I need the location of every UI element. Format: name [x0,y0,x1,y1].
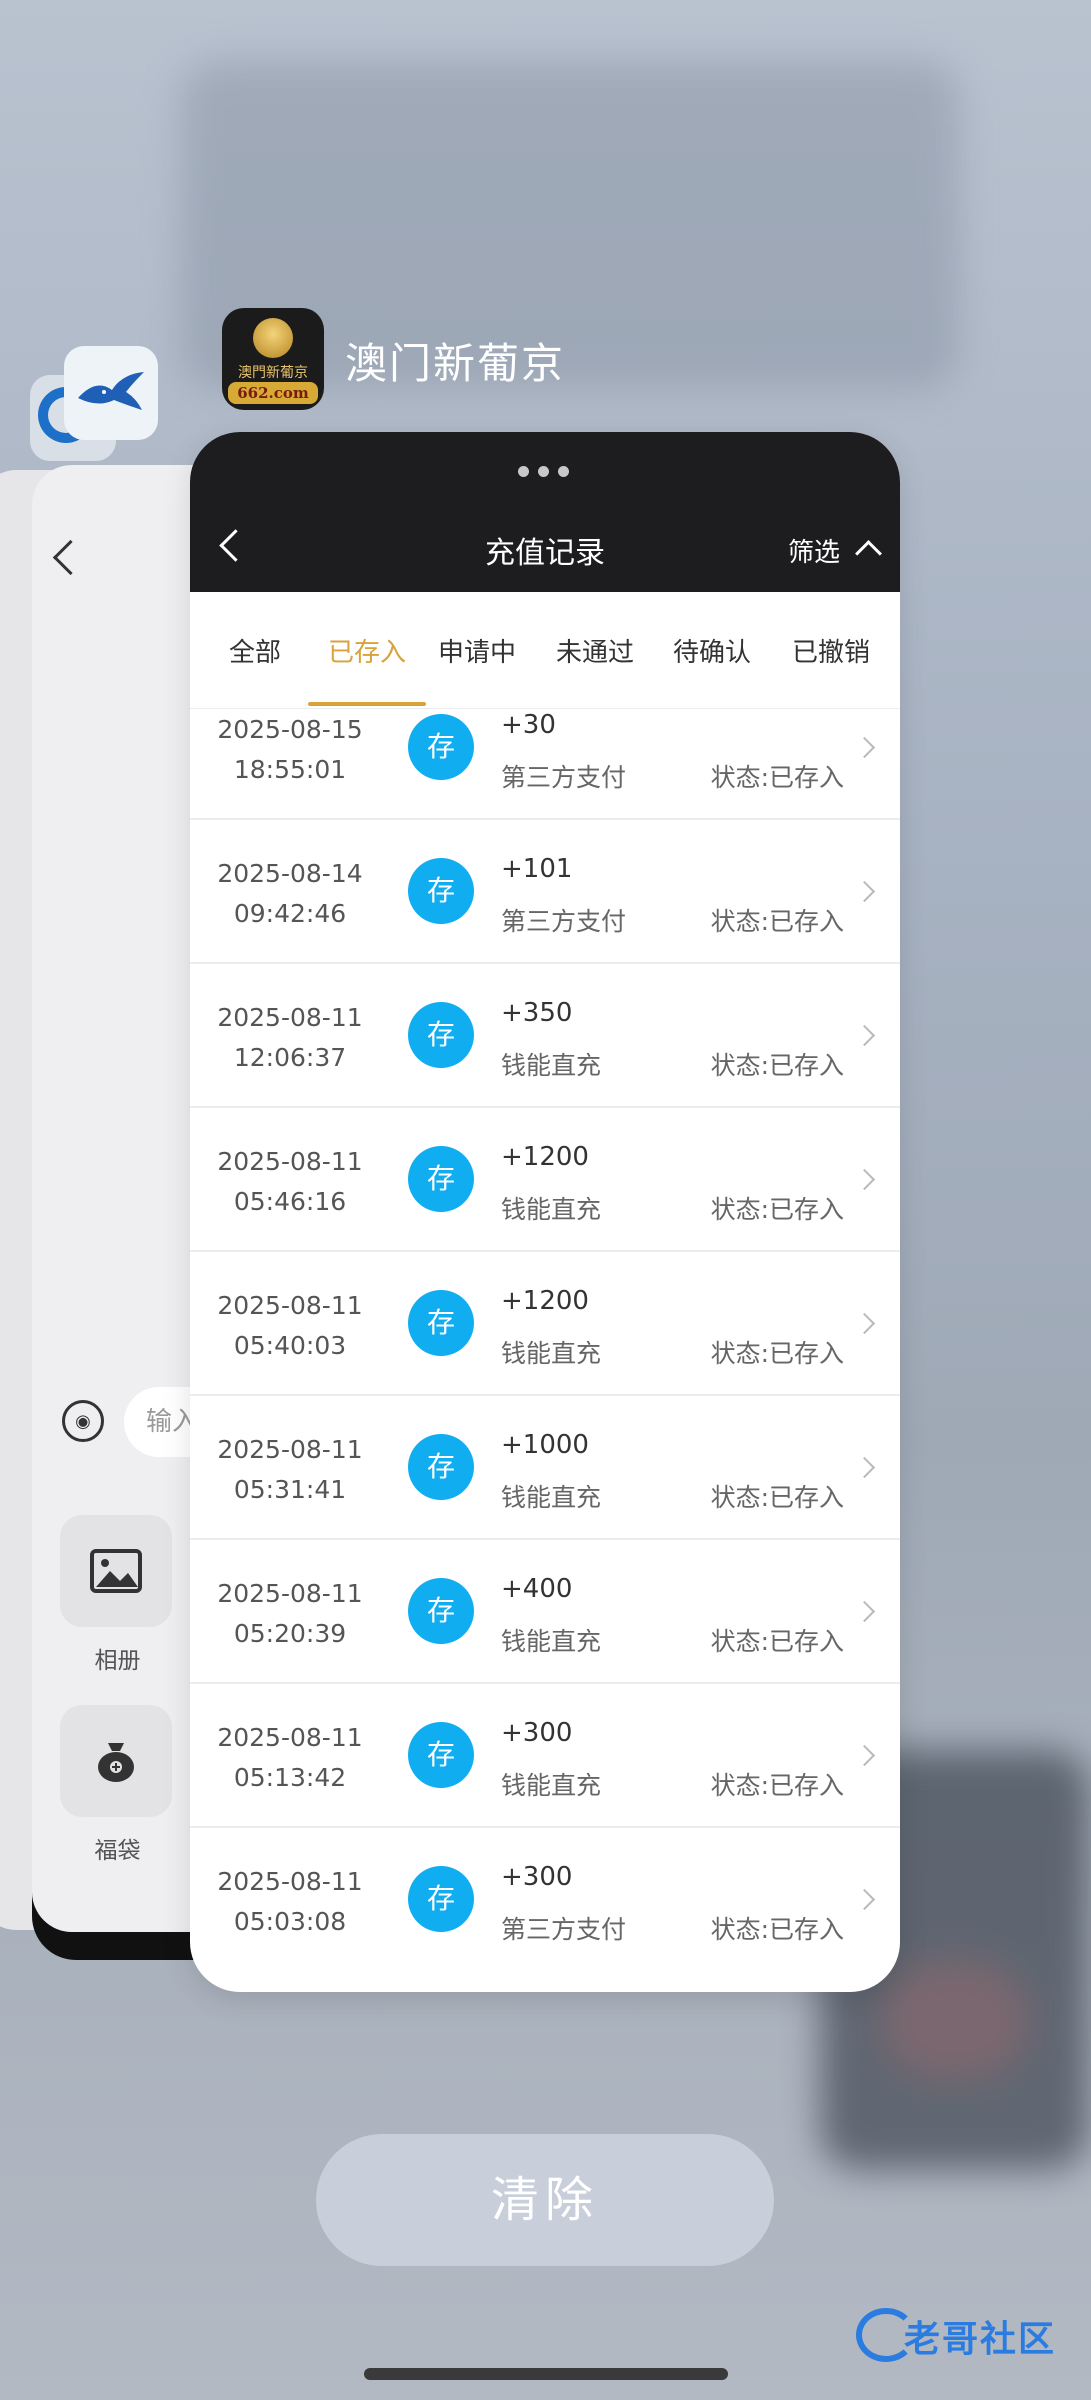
record-row[interactable]: 2025-08-11 05:46:16 存 +1200 钱能直充 状态:已存入 [190,1108,900,1252]
record-status: 状态:已存入 [710,1483,844,1512]
tab-rejected[interactable]: 未通过 [540,632,650,669]
crown-icon [253,318,293,358]
chevron-right-icon [853,736,876,759]
wallpaper-blur [880,1960,1030,2080]
home-indicator[interactable] [364,2368,728,2380]
chevron-right-icon [853,1600,876,1623]
record-row[interactable]: 2025-08-11 05:20:39 存 +400 钱能直充 状态:已存入 [190,1540,900,1684]
app-header-bar: 充值记录 筛选 [190,432,900,592]
app-icon-text: 澳門新葡京 [238,365,308,381]
record-amount: +1200 [501,1286,589,1316]
chevron-right-icon [853,880,876,903]
app-icon[interactable]: 澳門新葡京 662.com [222,308,324,410]
chevron-right-icon [853,1456,876,1479]
record-amount: +1200 [501,1142,589,1172]
tab-pending[interactable]: 待确认 [657,632,767,669]
record-row[interactable]: 2025-08-15 18:55:01 存 +30 第三方支付 状态:已存入 [190,676,900,820]
record-status: 状态:已存入 [710,1339,844,1368]
deposit-badge: 存 [408,1434,474,1500]
record-method: 钱能直充 [501,1771,602,1800]
recent-app-card-main[interactable]: 充值记录 筛选 全部 已存入 申请中 未通过 待确认 已撤销 2025-08-1… [190,432,900,1992]
record-method: 第三方支付 [501,907,627,936]
record-row[interactable]: 2025-08-11 12:06:37 存 +350 钱能直充 状态:已存入 [190,964,900,1108]
image-icon [60,1515,172,1627]
clear-all-button[interactable]: 清除 [316,2134,774,2266]
record-row[interactable]: 2025-08-11 05:31:41 存 +1000 钱能直充 状态:已存入 [190,1396,900,1540]
album-label: 相册 [94,1648,141,1674]
record-amount: +350 [501,998,573,1028]
watermark-logo: 老哥社区 [852,2300,1082,2370]
record-amount: +1000 [501,1430,589,1460]
deposit-badge: 存 [408,858,474,924]
record-method: 第三方支付 [501,1915,627,1944]
record-method: 第三方支付 [501,763,627,792]
chevron-right-icon [853,1888,876,1911]
record-status: 状态:已存入 [710,1915,844,1944]
app-name: 澳门新葡京 [345,339,566,388]
bird-app-icon[interactable] [64,346,158,440]
record-row[interactable]: 2025-08-11 05:40:03 存 +1200 钱能直充 状态:已存入 [190,1252,900,1396]
record-datetime: 2025-08-14 09:42:46 [217,859,363,928]
record-amount: +300 [501,1718,573,1748]
record-datetime: 2025-08-15 18:55:01 [217,715,363,784]
album-tool: 相册 [60,1515,175,1675]
record-list: 2025-08-15 18:55:01 存 +30 第三方支付 状态:已存入 20… [190,676,900,1970]
record-method: 钱能直充 [501,1195,602,1224]
chevron-right-icon [853,1168,876,1191]
app-icon-domain: 662.com [228,382,318,404]
chevron-right-icon [853,1312,876,1335]
record-amount: +400 [501,1574,573,1604]
record-status: 状态:已存入 [710,1195,844,1224]
deposit-badge: 存 [408,1578,474,1644]
record-datetime: 2025-08-11 05:20:39 [217,1579,363,1648]
record-datetime: 2025-08-11 05:46:16 [217,1147,363,1216]
record-amount: +300 [501,1862,573,1892]
record-row[interactable]: 2025-08-11 05:03:08 存 +300 第三方支付 状态:已存入 [190,1828,900,1970]
deposit-badge: 存 [408,1290,474,1356]
tab-cancelled[interactable]: 已撤销 [776,632,886,669]
record-status: 状态:已存入 [710,1051,844,1080]
deposit-badge: 存 [408,714,474,780]
record-amount: +30 [501,710,556,740]
record-row[interactable]: 2025-08-14 09:42:46 存 +101 第三方支付 状态:已存入 [190,820,900,964]
record-status: 状态:已存入 [710,763,844,792]
chevron-right-icon [853,1024,876,1047]
record-datetime: 2025-08-11 12:06:37 [217,1003,363,1072]
watermark-text: 老哥社区 [904,2319,1057,2360]
more-dots-icon[interactable] [518,466,569,477]
filter-button[interactable]: 筛选 [788,532,840,569]
record-amount: +101 [501,854,573,884]
record-status: 状态:已存入 [710,1627,844,1656]
lucky-bag-tool: 福袋 [60,1705,175,1865]
record-datetime: 2025-08-11 05:13:42 [217,1723,363,1792]
money-bag-icon [60,1705,172,1817]
lucky-bag-label: 福袋 [94,1838,141,1864]
chevron-right-icon [853,1744,876,1767]
tab-applying[interactable]: 申请中 [422,632,532,669]
tab-deposited[interactable]: 已存入 [312,632,422,669]
record-datetime: 2025-08-11 05:40:03 [217,1291,363,1360]
record-datetime: 2025-08-11 05:31:41 [217,1435,363,1504]
record-method: 钱能直充 [501,1483,602,1512]
record-method: 钱能直充 [501,1051,602,1080]
deposit-badge: 存 [408,1002,474,1068]
deposit-badge: 存 [408,1722,474,1788]
voice-icon: ◉ [62,1400,104,1442]
record-datetime: 2025-08-11 05:03:08 [217,1867,363,1936]
record-status: 状态:已存入 [710,1771,844,1800]
record-method: 钱能直充 [501,1339,602,1368]
tab-all[interactable]: 全部 [200,632,310,669]
record-method: 钱能直充 [501,1627,602,1656]
deposit-badge: 存 [408,1146,474,1212]
record-status: 状态:已存入 [710,907,844,936]
record-row[interactable]: 2025-08-11 05:13:42 存 +300 钱能直充 状态:已存入 [190,1684,900,1828]
deposit-badge: 存 [408,1866,474,1932]
